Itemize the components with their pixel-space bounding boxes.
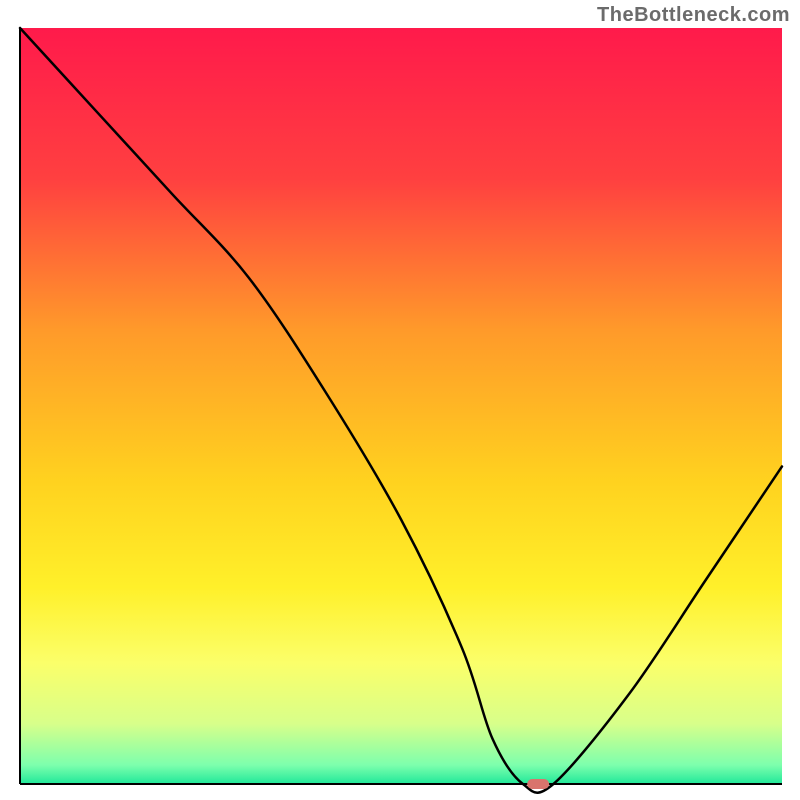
chart-container: TheBottleneck.com xyxy=(0,0,800,800)
watermark-label: TheBottleneck.com xyxy=(597,4,790,27)
optimal-marker xyxy=(527,779,549,789)
bottleneck-chart xyxy=(0,0,800,800)
plot-background xyxy=(20,28,782,784)
